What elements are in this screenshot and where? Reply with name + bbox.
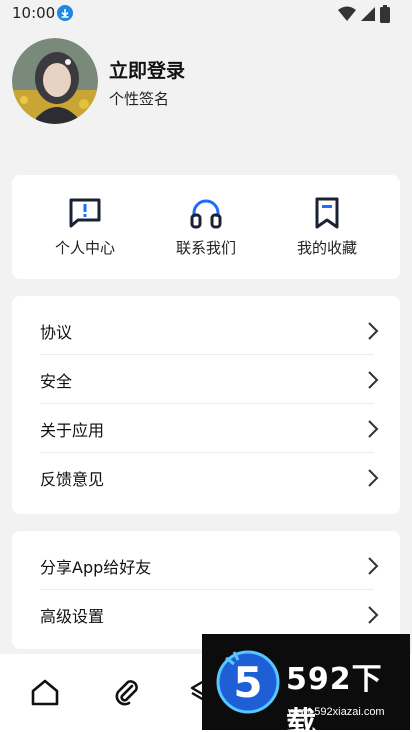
menu-card-general: 协议 安全 关于应用 反馈意见 — [12, 296, 400, 514]
login-link[interactable]: 立即登录 — [109, 56, 185, 83]
menu-item-about[interactable]: 关于应用 — [40, 405, 379, 453]
status-time: 10:00 — [12, 4, 56, 22]
chevron-right-icon — [368, 420, 379, 438]
watermark-logo: 5 — [216, 650, 280, 714]
bookmark-icon — [315, 197, 339, 229]
quick-action-favorites[interactable]: 我的收藏 — [262, 175, 392, 279]
chevron-right-icon — [368, 322, 379, 340]
menu-item-label: 安全 — [40, 372, 73, 391]
home-icon[interactable] — [30, 678, 60, 706]
menu-item-label: 关于应用 — [40, 421, 105, 440]
menu-item-label: 反馈意见 — [40, 470, 105, 489]
headset-icon — [190, 199, 222, 229]
paperclip-icon[interactable] — [112, 678, 140, 706]
quick-actions-card: 个人中心 联系我们 我的收藏 — [12, 175, 400, 279]
chevron-right-icon — [368, 606, 379, 624]
menu-item-advanced-settings[interactable]: 高级设置 — [40, 591, 379, 639]
menu-item-security[interactable]: 安全 — [40, 356, 379, 404]
divider — [40, 589, 374, 590]
svg-text:5: 5 — [233, 658, 262, 707]
menu-item-share-app[interactable]: 分享App给好友 — [40, 542, 379, 590]
status-bar: 10:00 — [0, 0, 412, 28]
menu-item-label: 分享App给好友 — [40, 558, 152, 577]
menu-card-more: 分享App给好友 高级设置 — [12, 531, 400, 649]
quick-action-contact-us[interactable]: 联系我们 — [141, 175, 271, 279]
divider — [40, 403, 374, 404]
message-alert-icon — [69, 198, 101, 228]
battery-icon — [380, 5, 390, 23]
chevron-right-icon — [368, 469, 379, 487]
wifi-icon — [338, 6, 356, 21]
watermark-title: 592下载 — [286, 662, 383, 730]
quick-action-personal-center[interactable]: 个人中心 — [20, 175, 150, 279]
signal-icon — [361, 7, 375, 21]
chevron-right-icon — [368, 371, 379, 389]
divider — [40, 354, 374, 355]
menu-item-label: 高级设置 — [40, 607, 105, 626]
download-icon — [57, 5, 73, 21]
avatar[interactable] — [12, 38, 98, 124]
chevron-right-icon — [368, 557, 379, 575]
quick-action-label: 个人中心 — [54, 239, 115, 257]
menu-item-agreement[interactable]: 协议 — [40, 307, 379, 355]
watermark-592: 5 592下载 www.592xiazai.com — [202, 634, 410, 730]
menu-item-label: 协议 — [40, 323, 73, 342]
signature-text: 个性签名 — [109, 90, 170, 108]
profile-header[interactable]: 立即登录 个性签名 — [12, 38, 402, 128]
divider — [40, 452, 374, 453]
watermark-url: www.592xiazai.com — [288, 706, 385, 718]
status-icons — [338, 5, 390, 23]
quick-action-label: 联系我们 — [175, 239, 236, 257]
menu-item-feedback[interactable]: 反馈意见 — [40, 454, 379, 502]
quick-action-label: 我的收藏 — [296, 239, 357, 257]
